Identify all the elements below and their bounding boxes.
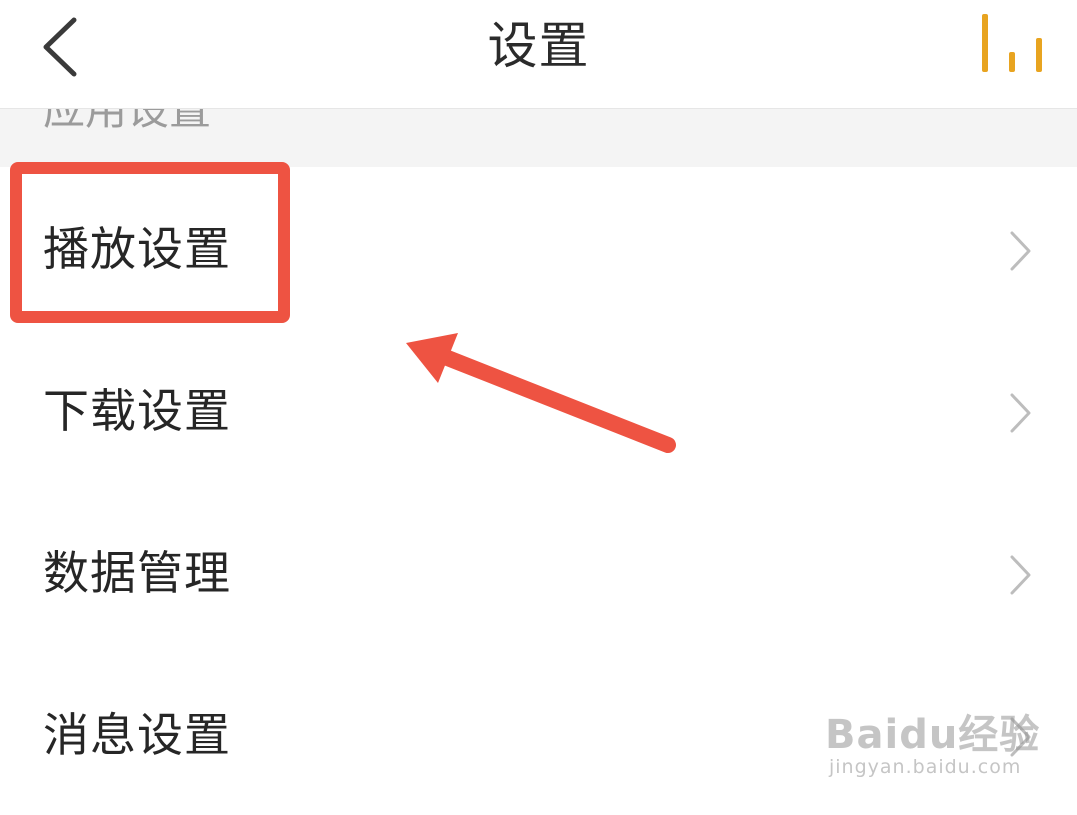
annotation-highlight-box [10, 162, 290, 323]
chevron-right-icon [1010, 393, 1031, 433]
settings-item-label: 下载设置 [43, 384, 231, 438]
top-nav-bar: 设置 [0, 0, 1077, 109]
section-header: 应用设置 [0, 109, 1077, 167]
settings-item-label: 数据管理 [43, 546, 231, 600]
section-label: 应用设置 [43, 109, 212, 134]
equalizer-icon[interactable] [975, 12, 1050, 74]
settings-item-label: 消息设置 [43, 708, 231, 762]
chevron-right-icon [1010, 555, 1031, 595]
watermark-main: Baidu经验 [825, 712, 1041, 758]
watermark-sub: jingyan.baidu.com [829, 756, 1022, 778]
page-title: 设置 [487, 17, 590, 75]
settings-item-data-management[interactable]: 数据管理 [0, 491, 1077, 653]
chevron-right-icon [1010, 231, 1031, 271]
watermark: Baidu经验 jingyan.baidu.com [825, 690, 1065, 790]
annotation-arrow [406, 333, 676, 453]
